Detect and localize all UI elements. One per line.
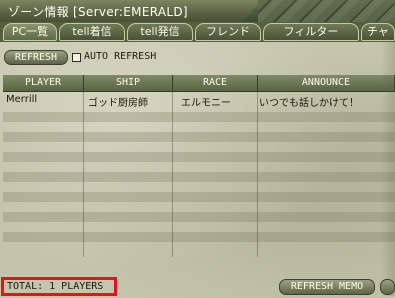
tab-bar: PC一覧 tell着信 tell発信 フレンド フィルター チャ bbox=[0, 22, 395, 42]
total-players-status: TOTAL: 1 PLAYERS bbox=[1, 277, 117, 296]
column-header-ship[interactable]: SHIP bbox=[84, 75, 173, 92]
column-header-announce[interactable]: ANNOUNCE bbox=[258, 75, 395, 92]
ship-name: ゴッド厨房師 bbox=[88, 98, 148, 109]
table-row[interactable]: Merrill ゴッド厨房師 エルモニー いつでも話しかけて！ bbox=[3, 92, 395, 109]
tab-friends[interactable]: フレンド bbox=[195, 23, 261, 41]
refresh-memo-button[interactable]: REFRESH MEMO bbox=[279, 279, 375, 295]
race-name: エルモニー bbox=[181, 98, 231, 109]
refresh-button[interactable]: REFRESH bbox=[4, 50, 68, 65]
tab-filter[interactable]: フィルター bbox=[263, 23, 359, 41]
empty-row bbox=[3, 212, 395, 222]
auto-refresh-checkbox[interactable] bbox=[72, 53, 81, 62]
empty-row bbox=[3, 152, 395, 162]
player-table: PLAYER SHIP RACE ANNOUNCE Merrill ゴッド厨房師… bbox=[3, 75, 395, 267]
extra-button[interactable] bbox=[380, 279, 395, 295]
empty-row bbox=[3, 172, 395, 182]
title-bar[interactable]: ゾーン情報 [Server:EMERALD] bbox=[0, 0, 395, 22]
empty-row bbox=[3, 132, 395, 142]
column-header-player[interactable]: PLAYER bbox=[3, 75, 84, 92]
empty-row bbox=[3, 112, 395, 122]
auto-refresh-label: AUTO REFRESH bbox=[84, 51, 157, 62]
empty-row bbox=[3, 232, 395, 242]
column-header-race[interactable]: RACE bbox=[173, 75, 258, 92]
title-decoration bbox=[258, 0, 395, 22]
tab-tell-incoming[interactable]: tell着信 bbox=[59, 23, 125, 41]
column-divider bbox=[257, 92, 258, 257]
tab-pc-list[interactable]: PC一覧 bbox=[3, 23, 57, 41]
announce-text: いつでも話しかけて！ bbox=[259, 98, 359, 109]
empty-row bbox=[3, 192, 395, 202]
column-divider bbox=[83, 92, 84, 257]
window-title: ゾーン情報 [Server:EMERALD] bbox=[8, 5, 188, 19]
title-tab: ゾーン情報 [Server:EMERALD] bbox=[0, 0, 263, 22]
column-divider bbox=[172, 92, 173, 257]
tab-tell-outgoing[interactable]: tell発信 bbox=[127, 23, 193, 41]
scrollbar-track[interactable] bbox=[381, 42, 395, 296]
zone-info-window: ゾーン情報 [Server:EMERALD] PC一覧 tell着信 tell発… bbox=[0, 0, 395, 298]
tab-chat[interactable]: チャ bbox=[361, 23, 395, 41]
player-name: Merrill bbox=[6, 94, 38, 105]
